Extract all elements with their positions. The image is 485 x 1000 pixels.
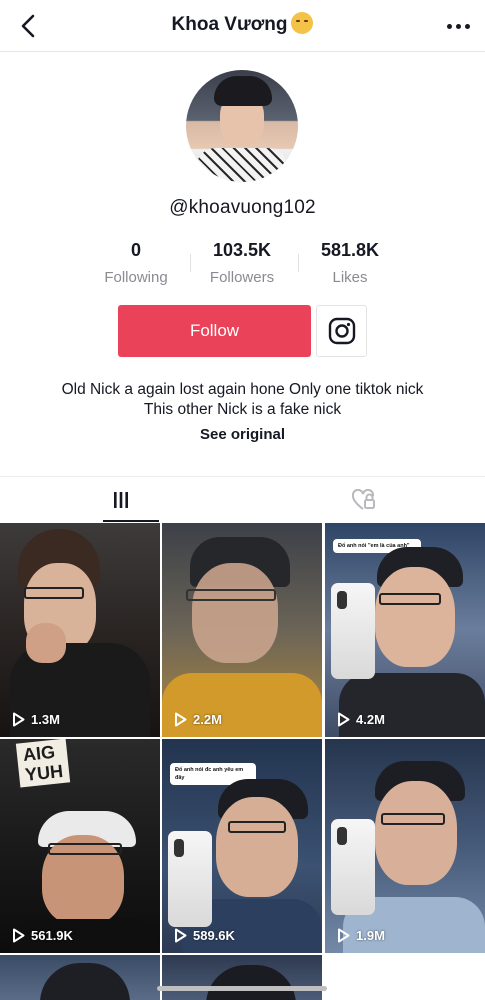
stat-value: 103.5K — [212, 240, 272, 260]
tab-liked[interactable] — [243, 477, 485, 523]
video-thumbnail[interactable] — [162, 955, 322, 1000]
top-nav-bar: Khoa Vương — [0, 0, 485, 52]
videos-grid-icon — [114, 492, 128, 508]
sign-line: YUH — [24, 761, 65, 785]
profile-tabs — [0, 476, 485, 522]
phone-image — [331, 583, 375, 679]
phone-image — [331, 819, 375, 915]
bio-line: Old Nick a again lost again hone Only on… — [61, 381, 424, 398]
sign-text: AIG YUH — [15, 739, 71, 788]
avatar[interactable] — [186, 70, 298, 182]
view-count-value: 4.2M — [356, 712, 385, 727]
home-indicator[interactable] — [157, 986, 327, 991]
woozy-face-emoji-icon — [291, 12, 314, 34]
bio: Old Nick a again lost again hone Only on… — [0, 380, 485, 420]
play-icon — [338, 712, 350, 727]
more-options-button[interactable] — [443, 14, 473, 38]
play-icon — [338, 928, 350, 943]
username: @khoavuong102 — [169, 197, 316, 218]
view-count: 1.9M — [337, 928, 385, 943]
play-icon — [13, 928, 25, 943]
profile-name: Khoa Vương — [171, 14, 288, 35]
see-original-link[interactable]: See original — [0, 426, 485, 443]
follow-button[interactable]: Follow — [118, 305, 311, 357]
active-tab-indicator — [103, 520, 159, 522]
stat-value: 0 — [130, 240, 141, 260]
stat-following[interactable]: 0 Following — [84, 240, 188, 286]
stat-followers[interactable]: 103.5K Followers — [190, 240, 294, 286]
view-count-value: 2.2M — [193, 712, 222, 727]
profile-stats: 0 Following 103.5K Followers 581.8K Like… — [84, 240, 404, 288]
instagram-button[interactable] — [316, 305, 367, 357]
dot-icon — [455, 23, 461, 29]
play-icon — [175, 928, 187, 943]
view-count: 2.2M — [174, 712, 222, 727]
view-count-value: 1.3M — [31, 712, 60, 727]
view-count: 561.9K — [12, 928, 73, 943]
stat-label: Following — [104, 269, 168, 286]
play-icon — [13, 712, 25, 727]
view-count-value: 589.6K — [193, 928, 235, 943]
video-thumbnail[interactable]: Đố anh nói "em là của anh" 4.2M — [325, 523, 485, 737]
stat-value: 581.8K — [320, 240, 380, 260]
dot-icon — [464, 23, 470, 29]
video-thumbnail[interactable] — [0, 955, 160, 1000]
video-thumbnail[interactable]: 1.9M — [325, 739, 485, 953]
view-count: 4.2M — [337, 712, 385, 727]
liked-videos-icon — [351, 489, 375, 510]
video-thumbnail[interactable]: AIG YUH 561.9K — [0, 739, 160, 953]
view-count-value: 1.9M — [356, 928, 385, 943]
stat-label: Likes — [332, 269, 368, 286]
video-thumbnail[interactable]: Đố anh nói đc anh yêu em đây 589.6K — [162, 739, 322, 953]
stat-label: Followers — [209, 269, 275, 286]
view-count: 1.3M — [12, 712, 60, 727]
dot-icon — [446, 23, 452, 29]
video-thumbnail[interactable]: 2.2M — [162, 523, 322, 737]
bio-line: This other Nick is a fake nick — [143, 401, 342, 418]
tab-videos[interactable] — [0, 477, 242, 523]
stat-likes[interactable]: 581.8K Likes — [298, 240, 402, 286]
caption-line: Đố anh nói đc anh yêu em — [175, 767, 244, 773]
profile-title: Khoa Vương — [0, 12, 485, 36]
video-thumbnail[interactable]: 1.3M — [0, 523, 160, 737]
play-icon — [175, 712, 187, 727]
view-count-value: 561.9K — [31, 928, 73, 943]
instagram-icon — [328, 317, 355, 345]
view-count: 589.6K — [174, 928, 235, 943]
phone-image — [168, 831, 212, 927]
